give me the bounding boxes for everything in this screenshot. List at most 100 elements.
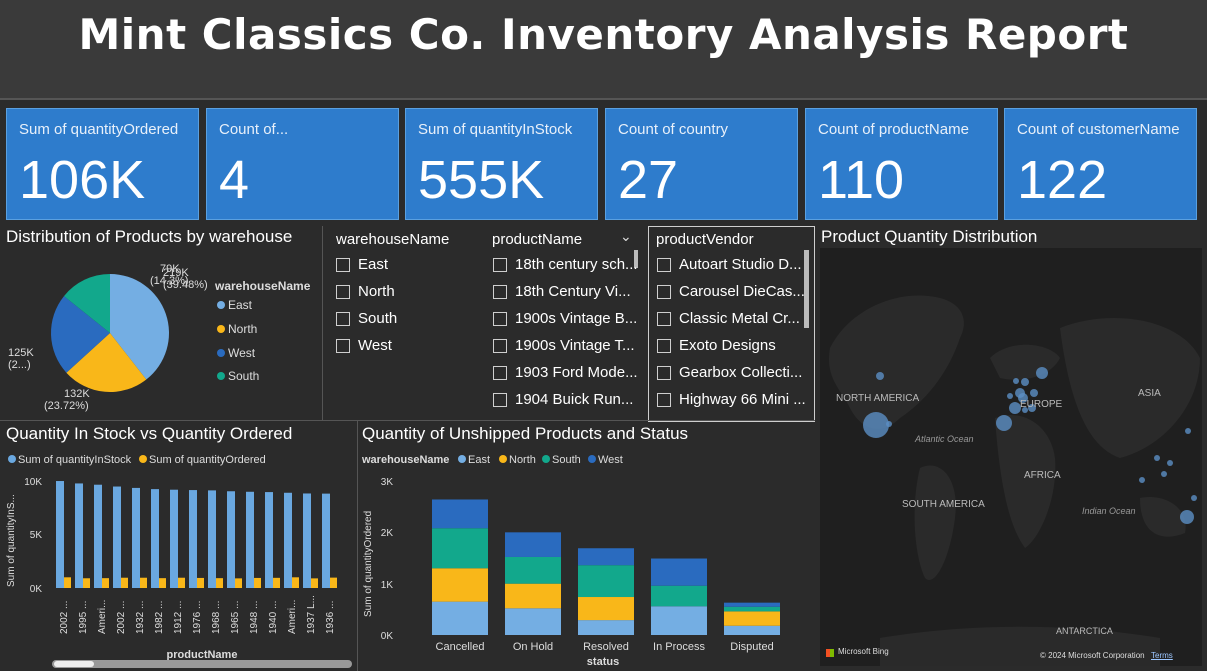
checkbox[interactable] (493, 285, 507, 299)
bar-instock[interactable] (94, 484, 102, 588)
stack-segment-north[interactable] (505, 583, 561, 609)
map-view[interactable]: NORTH AMERICA EUROPE ASIA AFRICA SOUTH A… (820, 248, 1202, 666)
stack-segment-south[interactable] (724, 606, 780, 612)
bar-instock[interactable] (132, 487, 140, 588)
bar-instock[interactable] (227, 491, 235, 588)
stack-segment-west[interactable] (724, 602, 780, 607)
pie-legend-east[interactable]: East (228, 298, 253, 312)
stack-segment-south[interactable] (432, 528, 488, 569)
stack-segment-east[interactable] (578, 620, 634, 635)
slicer-item[interactable]: South (358, 310, 478, 327)
bar-instock[interactable] (151, 489, 159, 588)
pie-chart[interactable]: 79K (14.3%) 219K (39.48%) 125K (2...) 13… (0, 250, 320, 418)
kpi-card-count-warehouse[interactable]: Count of... 4 (206, 108, 399, 220)
bar-ordered[interactable] (178, 577, 185, 588)
slicer-item[interactable]: 1900s Vintage B... (515, 310, 637, 327)
bar-instock[interactable] (322, 493, 330, 588)
bar-instock[interactable] (189, 490, 197, 588)
checkbox[interactable] (336, 339, 350, 353)
slicer-item[interactable]: 1900s Vintage T... (515, 337, 637, 354)
checkbox[interactable] (493, 339, 507, 353)
bar-instock[interactable] (303, 493, 311, 588)
bar-ordered[interactable] (330, 577, 337, 588)
stack-segment-south[interactable] (505, 556, 561, 584)
bar-ordered[interactable] (64, 577, 71, 588)
slicer-item[interactable]: West (358, 337, 478, 354)
pie-legend-west[interactable]: West (228, 346, 256, 360)
checkbox[interactable] (657, 393, 671, 407)
bar-ordered[interactable] (235, 578, 242, 588)
bar-chart[interactable]: Sum of quantityInStock Sum of quantityOr… (0, 447, 357, 671)
slicer-item[interactable]: 18th century sch... (515, 256, 637, 273)
bar-ordered[interactable] (121, 577, 128, 588)
bar-ordered[interactable] (140, 577, 147, 588)
checkbox[interactable] (657, 312, 671, 326)
stack-segment-west[interactable] (578, 548, 634, 566)
checkbox[interactable] (336, 312, 350, 326)
bar-instock[interactable] (75, 483, 83, 588)
checkbox[interactable] (336, 285, 350, 299)
bar-instock[interactable] (208, 490, 216, 588)
kpi-card-quantity-ordered[interactable]: Sum of quantityOrdered 106K (6, 108, 199, 220)
slicer-item[interactable]: Highway 66 Mini ... (679, 391, 805, 408)
checkbox[interactable] (657, 258, 671, 272)
checkbox[interactable] (493, 366, 507, 380)
checkbox[interactable] (657, 285, 671, 299)
bar-ordered[interactable] (216, 578, 223, 588)
slicer-item[interactable]: 1903 Ford Mode... (515, 364, 637, 381)
pie-legend-north[interactable]: North (228, 322, 257, 336)
stack-segment-north[interactable] (432, 568, 488, 602)
checkbox[interactable] (336, 258, 350, 272)
bar-instock[interactable] (56, 481, 64, 588)
checkbox[interactable] (493, 312, 507, 326)
stack-legend-north[interactable]: North (509, 454, 536, 466)
stack-segment-north[interactable] (724, 611, 780, 626)
bar-scrollbar[interactable] (52, 660, 352, 668)
bar-instock[interactable] (284, 492, 292, 588)
bar-instock[interactable] (170, 489, 178, 588)
stack-segment-south[interactable] (651, 585, 707, 607)
bar-ordered[interactable] (254, 577, 261, 588)
bar-legend-ordered[interactable]: Sum of quantityOrdered (149, 454, 266, 466)
bar-ordered[interactable] (102, 578, 109, 588)
stack-segment-west[interactable] (505, 532, 561, 557)
checkbox[interactable] (657, 339, 671, 353)
chevron-down-icon[interactable]: ⌄ (620, 228, 632, 245)
bar-scrollbar-thumb[interactable] (54, 661, 94, 667)
bar-ordered[interactable] (273, 577, 280, 588)
checkbox[interactable] (657, 366, 671, 380)
bar-ordered[interactable] (197, 577, 204, 588)
stack-segment-east[interactable] (651, 606, 707, 635)
bar-instock[interactable] (113, 486, 121, 588)
bar-instock[interactable] (246, 491, 254, 588)
pie-legend-south[interactable]: South (228, 369, 259, 383)
map-footer-terms-link[interactable]: Terms (1151, 651, 1173, 660)
stack-segment-west[interactable] (432, 499, 488, 529)
stack-segment-east[interactable] (724, 625, 780, 635)
stack-segment-east[interactable] (432, 601, 488, 635)
stack-legend-west[interactable]: West (598, 454, 623, 466)
bar-ordered[interactable] (311, 578, 318, 588)
bar-ordered[interactable] (292, 577, 299, 588)
bar-legend-instock[interactable]: Sum of quantityInStock (18, 454, 132, 466)
slicer-item[interactable]: 1904 Buick Run... (515, 391, 637, 408)
kpi-card-count-customer[interactable]: Count of customerName 122 (1004, 108, 1197, 220)
slicer-item[interactable]: Gearbox Collecti... (679, 364, 805, 381)
stack-segment-south[interactable] (578, 565, 634, 598)
stack-legend-south[interactable]: South (552, 454, 581, 466)
stack-segment-north[interactable] (578, 597, 634, 621)
slicer-item[interactable]: Carousel DieCas... (679, 283, 805, 300)
kpi-card-quantity-in-stock[interactable]: Sum of quantityInStock 555K (405, 108, 598, 220)
slicer-item[interactable]: North (358, 283, 478, 300)
stack-segment-east[interactable] (505, 608, 561, 635)
stack-segment-west[interactable] (651, 558, 707, 586)
stacked-bar-chart[interactable]: warehouseName East North South West Sum … (357, 447, 815, 671)
slicer-item[interactable]: Exoto Designs (679, 337, 805, 354)
bar-instock[interactable] (265, 492, 273, 588)
bar-ordered[interactable] (83, 578, 90, 588)
slicer-item[interactable]: Classic Metal Cr... (679, 310, 805, 327)
slicer-item[interactable]: 18th Century Vi... (515, 283, 637, 300)
slicer-item[interactable]: East (358, 256, 478, 273)
checkbox[interactable] (493, 393, 507, 407)
kpi-card-count-product[interactable]: Count of productName 110 (805, 108, 998, 220)
